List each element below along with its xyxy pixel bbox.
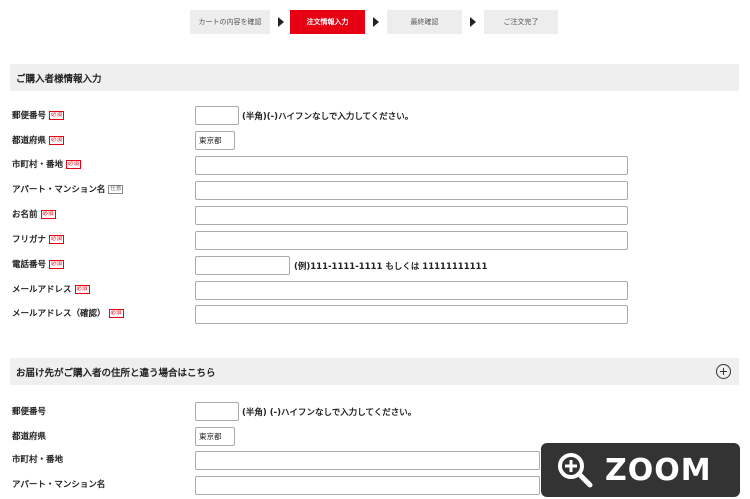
required-badge: 必須 [49, 259, 65, 269]
required-badge: 必須 [66, 159, 82, 169]
required-badge: 必須 [74, 284, 90, 294]
field-label: 郵便番号 [12, 407, 47, 417]
field-label: お名前 [12, 210, 38, 220]
form-row-building: アパート・マンション名 任意 [12, 180, 124, 198]
step-arrow-icon [470, 17, 476, 27]
field-label: 電話番号 [12, 260, 47, 270]
required-badge: 必須 [108, 308, 124, 318]
email-confirm-input[interactable] [195, 305, 628, 324]
expand-plus-icon[interactable] [716, 364, 731, 379]
required-badge: 必須 [49, 110, 65, 120]
magnifier-plus-icon [558, 453, 593, 488]
required-badge: 必須 [49, 234, 65, 244]
postal-hint: (半角)(-)ハイフンなしで入力してください。 [242, 112, 414, 122]
field-label: メールアドレス [12, 285, 72, 295]
name-input[interactable] [195, 206, 628, 225]
required-badge: 必須 [40, 209, 56, 219]
form-row-delivery-prefecture: 都道府県 [12, 427, 46, 445]
furigana-input[interactable] [195, 231, 628, 250]
step-confirm: 最終確認 [387, 10, 462, 34]
field-label: 市町村・番地 [12, 455, 64, 465]
phone-input[interactable] [195, 256, 290, 275]
form-row-prefecture: 都道府県 必須 [12, 131, 65, 149]
form-row-city: 市町村・番地 必須 [12, 155, 82, 173]
step-arrow-icon [278, 17, 284, 27]
form-row-delivery-building: アパート・マンション名 [12, 475, 105, 493]
form-row-postal: 郵便番号 必須 [12, 106, 65, 124]
purchaser-section-header: ご購入者様情報入力 [10, 64, 739, 91]
field-label: 都道府県 [12, 432, 47, 442]
zoom-label: ZOOM [605, 452, 712, 488]
field-label: 市町村・番地 [12, 160, 64, 170]
postal-code-input[interactable] [195, 106, 239, 125]
field-label: 郵便番号 [12, 111, 47, 121]
zoom-button[interactable]: ZOOM [541, 443, 740, 497]
delivery-building-input[interactable] [195, 476, 540, 495]
delivery-postal-input[interactable] [195, 402, 239, 421]
delivery-city-input[interactable] [195, 451, 540, 470]
delivery-prefecture-select[interactable]: 東京都 [195, 427, 235, 446]
field-label: 都道府県 [12, 136, 47, 146]
section-title: お届け先がご購入者の住所と違う場合はこちら [16, 367, 216, 379]
prefecture-select[interactable]: 東京都 [195, 131, 235, 150]
required-badge: 必須 [49, 135, 65, 145]
step-cart: カートの内容を確認 [190, 10, 270, 34]
field-label: アパート・マンション名 [12, 185, 106, 195]
form-row-delivery-city: 市町村・番地 [12, 450, 63, 468]
building-input[interactable] [195, 181, 628, 200]
email-input[interactable] [195, 281, 628, 300]
form-row-delivery-postal: 郵便番号 [12, 402, 46, 420]
step-order-info: 注文情報入力 [290, 10, 365, 34]
field-label: アパート・マンション名 [12, 480, 106, 490]
form-row-email: メールアドレス 必須 [12, 280, 90, 298]
step-complete: ご注文完了 [484, 10, 558, 34]
section-title: ご購入者様情報入力 [16, 73, 102, 85]
form-row-name: お名前 必須 [12, 205, 56, 223]
delivery-postal-hint: (半角) (-)ハイフンなしで入力してください。 [242, 408, 417, 418]
form-row-email-confirm: メールアドレス（確認） 必須 [12, 304, 124, 322]
city-address-input[interactable] [195, 156, 628, 175]
form-row-phone: 電話番号 必須 [12, 255, 65, 273]
delivery-section-header[interactable]: お届け先がご購入者の住所と違う場合はこちら [10, 358, 739, 385]
optional-badge: 任意 [108, 184, 124, 194]
field-label: メールアドレス（確認） [12, 309, 106, 319]
phone-hint: (例)111-1111-1111 もしくは 11111111111 [294, 262, 488, 272]
form-row-furigana: フリガナ 必須 [12, 230, 65, 248]
step-arrow-icon [373, 17, 379, 27]
field-label: フリガナ [12, 235, 47, 245]
